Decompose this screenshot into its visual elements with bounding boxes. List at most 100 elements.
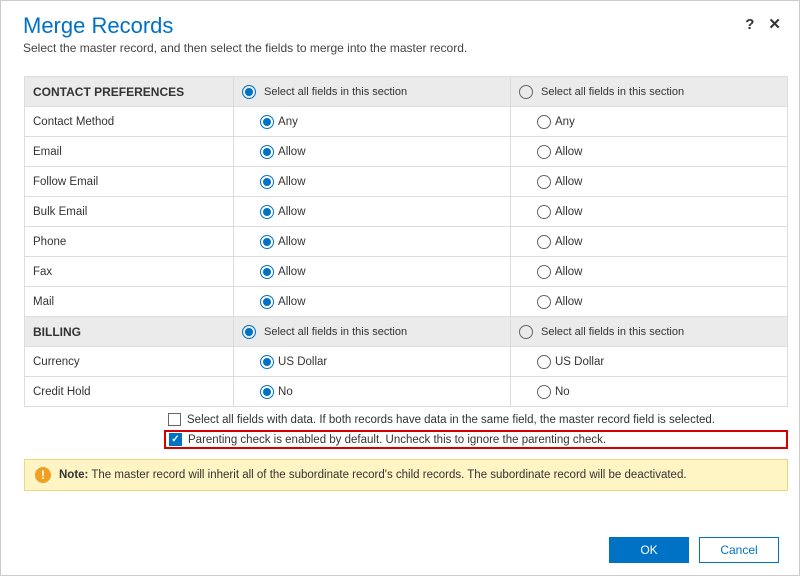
- warning-icon: !: [35, 467, 51, 483]
- radio-icon: [260, 205, 274, 219]
- radio-sub[interactable]: Allow: [519, 205, 779, 219]
- select-all-label: Select all fields in this section: [541, 86, 684, 98]
- radio-icon: [537, 145, 551, 159]
- radio-master[interactable]: Allow: [242, 235, 502, 249]
- table-row: Contact Method Any Any: [25, 107, 788, 137]
- select-all-label: Select all fields in this section: [264, 86, 407, 98]
- field-value: Allow: [278, 146, 305, 158]
- cancel-button[interactable]: Cancel: [699, 537, 779, 563]
- radio-icon: [260, 235, 274, 249]
- table-row: Bulk Email Allow Allow: [25, 197, 788, 227]
- field-label: Follow Email: [25, 167, 234, 197]
- radio-icon: [260, 265, 274, 279]
- radio-icon: [519, 325, 533, 339]
- field-value: Allow: [555, 266, 582, 278]
- parenting-check-row[interactable]: Parenting check is enabled by default. U…: [164, 430, 788, 449]
- radio-master[interactable]: No: [242, 385, 502, 399]
- field-value: No: [278, 386, 293, 398]
- field-value: Allow: [555, 236, 582, 248]
- bottom-options: Select all fields with data. If both rec…: [24, 407, 788, 453]
- field-value: Allow: [555, 296, 582, 308]
- field-label: Fax: [25, 257, 234, 287]
- select-all-label: Select all fields in this section: [264, 326, 407, 338]
- select-all-label: Select all fields in this section: [541, 326, 684, 338]
- dialog-header: Merge Records Select the master record, …: [1, 1, 799, 63]
- radio-master[interactable]: Allow: [242, 145, 502, 159]
- table-row: Credit Hold No No: [25, 377, 788, 407]
- field-value: Allow: [278, 296, 305, 308]
- radio-sub[interactable]: No: [519, 385, 779, 399]
- note-bar: ! Note: The master record will inherit a…: [24, 459, 788, 491]
- radio-master[interactable]: Allow: [242, 205, 502, 219]
- field-label: Phone: [25, 227, 234, 257]
- scroll-area[interactable]: CONTACT PREFERENCES Select all fields in…: [23, 75, 789, 527]
- radio-sub[interactable]: US Dollar: [519, 355, 779, 369]
- radio-master[interactable]: Allow: [242, 265, 502, 279]
- table-row: Mail Allow Allow: [25, 287, 788, 317]
- table-row: Currency US Dollar US Dollar: [25, 347, 788, 377]
- radio-icon: [260, 145, 274, 159]
- field-value: US Dollar: [555, 356, 604, 368]
- field-label: Contact Method: [25, 107, 234, 137]
- merge-table: CONTACT PREFERENCES Select all fields in…: [24, 76, 788, 407]
- close-icon[interactable]: ✕: [768, 15, 781, 33]
- radio-icon: [537, 295, 551, 309]
- merge-records-dialog: Merge Records Select the master record, …: [0, 0, 800, 576]
- radio-master[interactable]: US Dollar: [242, 355, 502, 369]
- dialog-title: Merge Records: [23, 13, 777, 39]
- radio-icon: [260, 115, 274, 129]
- table-row: Phone Allow Allow: [25, 227, 788, 257]
- select-all-sub-billing[interactable]: Select all fields in this section: [519, 325, 779, 339]
- field-value: Allow: [278, 176, 305, 188]
- field-value: Any: [555, 116, 575, 128]
- dialog-subtitle: Select the master record, and then selec…: [23, 41, 777, 55]
- radio-icon: [537, 355, 551, 369]
- radio-master[interactable]: Allow: [242, 175, 502, 189]
- radio-sub[interactable]: Allow: [519, 145, 779, 159]
- select-all-data-checkbox-row[interactable]: Select all fields with data. If both rec…: [164, 411, 788, 428]
- section-header-contact: CONTACT PREFERENCES Select all fields in…: [25, 77, 788, 107]
- section-title: CONTACT PREFERENCES: [25, 77, 234, 107]
- field-value: Any: [278, 116, 298, 128]
- field-value: Allow: [555, 146, 582, 158]
- checkbox-label: Parenting check is enabled by default. U…: [188, 434, 606, 446]
- field-label: Credit Hold: [25, 377, 234, 407]
- table-row: Fax Allow Allow: [25, 257, 788, 287]
- radio-icon: [260, 355, 274, 369]
- radio-icon: [537, 235, 551, 249]
- field-value: Allow: [278, 206, 305, 218]
- content-wrapper: CONTACT PREFERENCES Select all fields in…: [23, 75, 789, 527]
- header-controls: ? ✕: [745, 15, 781, 33]
- checkbox-label: Select all fields with data. If both rec…: [187, 414, 715, 426]
- select-all-master-contact[interactable]: Select all fields in this section: [242, 85, 502, 99]
- field-label: Bulk Email: [25, 197, 234, 227]
- radio-icon: [519, 85, 533, 99]
- ok-button[interactable]: OK: [609, 537, 689, 563]
- radio-icon: [260, 175, 274, 189]
- field-label: Currency: [25, 347, 234, 377]
- radio-icon: [242, 325, 256, 339]
- radio-sub[interactable]: Any: [519, 115, 779, 129]
- checkbox-icon: [169, 433, 182, 446]
- radio-icon: [537, 115, 551, 129]
- radio-icon: [537, 175, 551, 189]
- select-all-master-billing[interactable]: Select all fields in this section: [242, 325, 502, 339]
- field-label: Email: [25, 137, 234, 167]
- radio-sub[interactable]: Allow: [519, 265, 779, 279]
- field-label: Mail: [25, 287, 234, 317]
- radio-sub[interactable]: Allow: [519, 295, 779, 309]
- radio-master[interactable]: Allow: [242, 295, 502, 309]
- select-all-sub-contact[interactable]: Select all fields in this section: [519, 85, 779, 99]
- radio-master[interactable]: Any: [242, 115, 502, 129]
- table-row: Follow Email Allow Allow: [25, 167, 788, 197]
- radio-sub[interactable]: Allow: [519, 235, 779, 249]
- radio-sub[interactable]: Allow: [519, 175, 779, 189]
- field-value: US Dollar: [278, 356, 327, 368]
- table-row: Email Allow Allow: [25, 137, 788, 167]
- help-icon[interactable]: ?: [745, 16, 754, 33]
- radio-icon: [242, 85, 256, 99]
- field-value: Allow: [555, 206, 582, 218]
- radio-icon: [537, 205, 551, 219]
- radio-icon: [260, 295, 274, 309]
- section-title: BILLING: [25, 317, 234, 347]
